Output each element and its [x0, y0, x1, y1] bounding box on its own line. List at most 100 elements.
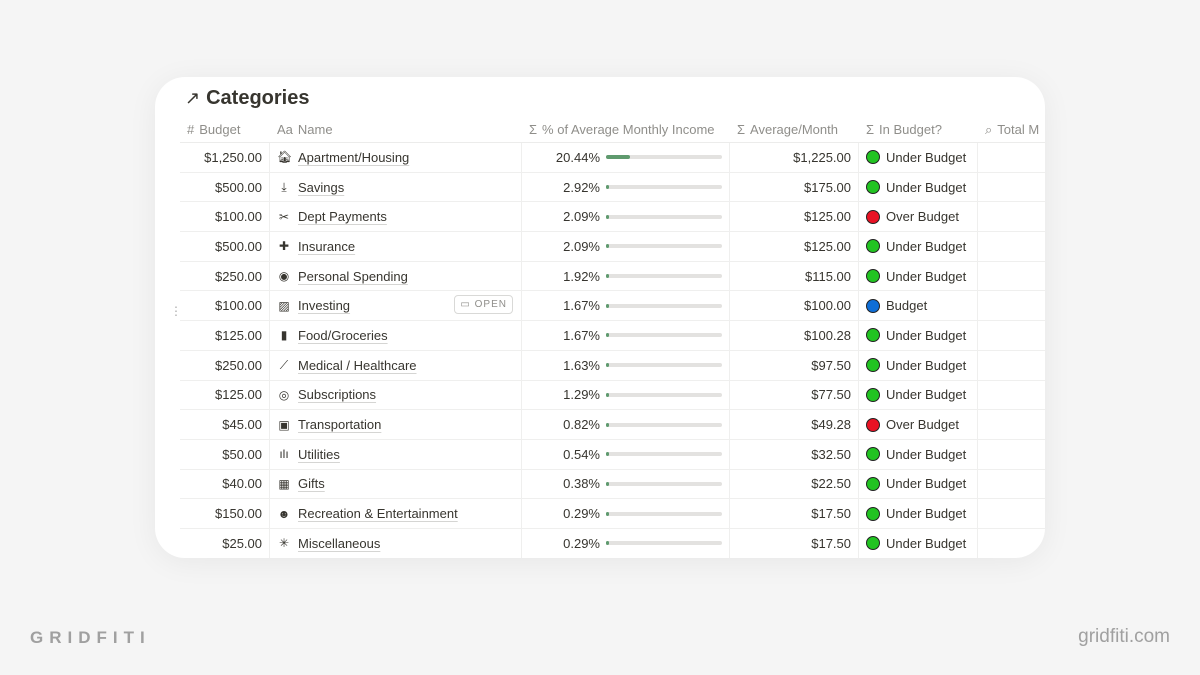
table-row[interactable]: $500.00 ⤓ Savings 2.92% $175.00 Under Bud… [180, 172, 1045, 203]
percent-cell[interactable]: 1.67% [522, 291, 730, 321]
percent-cell[interactable]: 1.63% [522, 350, 730, 380]
average-month-cell[interactable]: $49.28 [730, 410, 859, 439]
total-cell[interactable] [978, 499, 1045, 528]
row-name[interactable]: Personal Spending [298, 269, 408, 284]
total-cell[interactable] [978, 410, 1045, 439]
average-month-cell[interactable]: $125.00 [730, 232, 859, 261]
average-month-cell[interactable]: $17.50 [730, 499, 859, 528]
budget-cell[interactable]: $50.00 [180, 439, 270, 469]
column-header--of-average-monthly-income[interactable]: Σ% of Average Monthly Income [522, 117, 730, 142]
name-cell[interactable]: ▮ Food/Groceries [270, 321, 522, 350]
budget-cell[interactable]: $125.00 [180, 321, 270, 350]
in-budget-cell[interactable]: Under Budget [859, 172, 978, 202]
name-cell[interactable]: ✂ Dept Payments [270, 202, 522, 232]
total-cell[interactable] [978, 381, 1045, 410]
table-row[interactable]: $250.00 ◉ Personal Spending 1.92% $115.00… [180, 261, 1045, 292]
percent-cell[interactable]: 2.09% [522, 232, 730, 261]
row-name[interactable]: Subscriptions [298, 387, 376, 402]
in-budget-cell[interactable]: Under Budget [859, 469, 978, 499]
column-header-name[interactable]: Aa Name [270, 117, 522, 142]
in-budget-cell[interactable]: Under Budget [859, 143, 978, 172]
table-row[interactable]: $125.00 ▮ Food/Groceries 1.67% $100.28 Un… [180, 321, 1045, 351]
budget-cell[interactable]: $250.00 [180, 261, 270, 291]
in-budget-cell[interactable]: Budget [859, 291, 978, 321]
in-budget-cell[interactable]: Over Budget [859, 410, 978, 439]
row-name[interactable]: Recreation & Entertainment [298, 506, 458, 521]
in-budget-cell[interactable]: Under Budget [859, 439, 978, 469]
database-title[interactable]: ↗ Categories [185, 87, 309, 110]
average-month-cell[interactable]: $100.28 [730, 321, 859, 350]
budget-cell[interactable]: $100.00 [180, 202, 270, 232]
row-name[interactable]: Miscellaneous [298, 536, 380, 551]
name-cell[interactable]: ✚ Insurance [270, 232, 522, 261]
in-budget-cell[interactable]: Under Budget [859, 499, 978, 528]
in-budget-cell[interactable]: Under Budget [859, 528, 978, 558]
total-cell[interactable] [978, 291, 1045, 320]
percent-cell[interactable]: 2.09% [522, 202, 730, 232]
name-cell[interactable]: ⤓ Savings [270, 172, 522, 202]
total-cell[interactable] [978, 143, 1045, 172]
column-header-average-month[interactable]: Σ Average/Month [730, 117, 859, 142]
average-month-cell[interactable]: $32.50 [730, 439, 859, 469]
name-cell[interactable]: ⟋ Medical / Healthcare [270, 350, 522, 380]
total-cell[interactable] [978, 232, 1045, 261]
row-name[interactable]: Utilities [298, 447, 340, 462]
percent-cell[interactable]: 2.92% [522, 172, 730, 202]
percent-cell[interactable]: 1.92% [522, 261, 730, 291]
budget-cell[interactable]: $150.00 [180, 499, 270, 528]
name-cell[interactable]: ✳ Miscellaneous [270, 528, 522, 558]
row-name[interactable]: Savings [298, 180, 344, 195]
table-row[interactable]: $100.00 ✂ Dept Payments 2.09% $125.00 Ove… [180, 202, 1045, 233]
column-header-budget[interactable]: # Budget [180, 117, 270, 142]
percent-cell[interactable]: 1.67% [522, 321, 730, 350]
percent-cell[interactable]: 0.82% [522, 410, 730, 439]
table-row[interactable]: $25.00 ✳ Miscellaneous 0.29% $17.50 Under… [180, 528, 1045, 558]
average-month-cell[interactable]: $17.50 [730, 528, 859, 558]
average-month-cell[interactable]: $125.00 [730, 202, 859, 232]
percent-cell[interactable]: 0.29% [522, 499, 730, 528]
budget-cell[interactable]: $1,250.00 [180, 143, 270, 172]
in-budget-cell[interactable]: Under Budget [859, 380, 978, 410]
table-row[interactable]: $50.00 ılı Utilities 0.54% $32.50 Under B… [180, 439, 1045, 470]
total-cell[interactable] [978, 173, 1045, 202]
budget-cell[interactable]: $45.00 [180, 410, 270, 439]
name-cell[interactable]: ☻ Recreation & Entertainment [270, 499, 522, 528]
name-cell[interactable]: ▣ Transportation [270, 410, 522, 439]
average-month-cell[interactable]: $100.00 [730, 291, 859, 321]
table-row[interactable]: $250.00 ⟋ Medical / Healthcare 1.63% $97.… [180, 350, 1045, 381]
total-cell[interactable] [978, 440, 1045, 469]
row-name[interactable]: Insurance [298, 239, 355, 254]
name-cell[interactable]: 🏠︎ Apartment/Housing [270, 143, 522, 172]
table-row[interactable]: $45.00 ▣ Transportation 0.82% $49.28 Over… [180, 410, 1045, 440]
average-month-cell[interactable]: $77.50 [730, 380, 859, 410]
row-name[interactable]: Gifts [298, 476, 325, 491]
budget-cell[interactable]: $125.00 [180, 380, 270, 410]
open-button[interactable]: ▭ OPEN [454, 295, 513, 315]
average-month-cell[interactable]: $1,225.00 [730, 143, 859, 172]
average-month-cell[interactable]: $115.00 [730, 261, 859, 291]
table-row[interactable]: $1,250.00 🏠︎ Apartment/Housing 20.44% $1,… [180, 143, 1045, 173]
average-month-cell[interactable]: $175.00 [730, 172, 859, 202]
percent-cell[interactable]: 20.44% [522, 143, 730, 172]
total-cell[interactable] [978, 202, 1045, 231]
total-cell[interactable] [978, 262, 1045, 291]
budget-cell[interactable]: $40.00 [180, 469, 270, 499]
percent-cell[interactable]: 0.38% [522, 469, 730, 499]
budget-cell[interactable]: $100.00 [180, 291, 270, 321]
percent-cell[interactable]: 0.54% [522, 439, 730, 469]
total-cell[interactable] [978, 351, 1045, 380]
total-cell[interactable] [978, 470, 1045, 499]
row-name[interactable]: Food/Groceries [298, 328, 388, 343]
average-month-cell[interactable]: $97.50 [730, 350, 859, 380]
budget-cell[interactable]: $25.00 [180, 528, 270, 558]
table-row[interactable]: $40.00 ▦ Gifts 0.38% $22.50 Under Budget [180, 469, 1045, 500]
name-cell[interactable]: ılı Utilities [270, 439, 522, 469]
column-header-in-budget[interactable]: Σ In Budget? [859, 117, 978, 142]
percent-cell[interactable]: 1.29% [522, 380, 730, 410]
table-row[interactable]: $500.00 ✚ Insurance 2.09% $125.00 Under B… [180, 232, 1045, 262]
column-header-total-m[interactable]: ⌕ Total M [978, 117, 1045, 142]
row-name[interactable]: Medical / Healthcare [298, 358, 417, 373]
total-cell[interactable] [978, 321, 1045, 350]
in-budget-cell[interactable]: Under Budget [859, 350, 978, 380]
in-budget-cell[interactable]: Under Budget [859, 232, 978, 261]
